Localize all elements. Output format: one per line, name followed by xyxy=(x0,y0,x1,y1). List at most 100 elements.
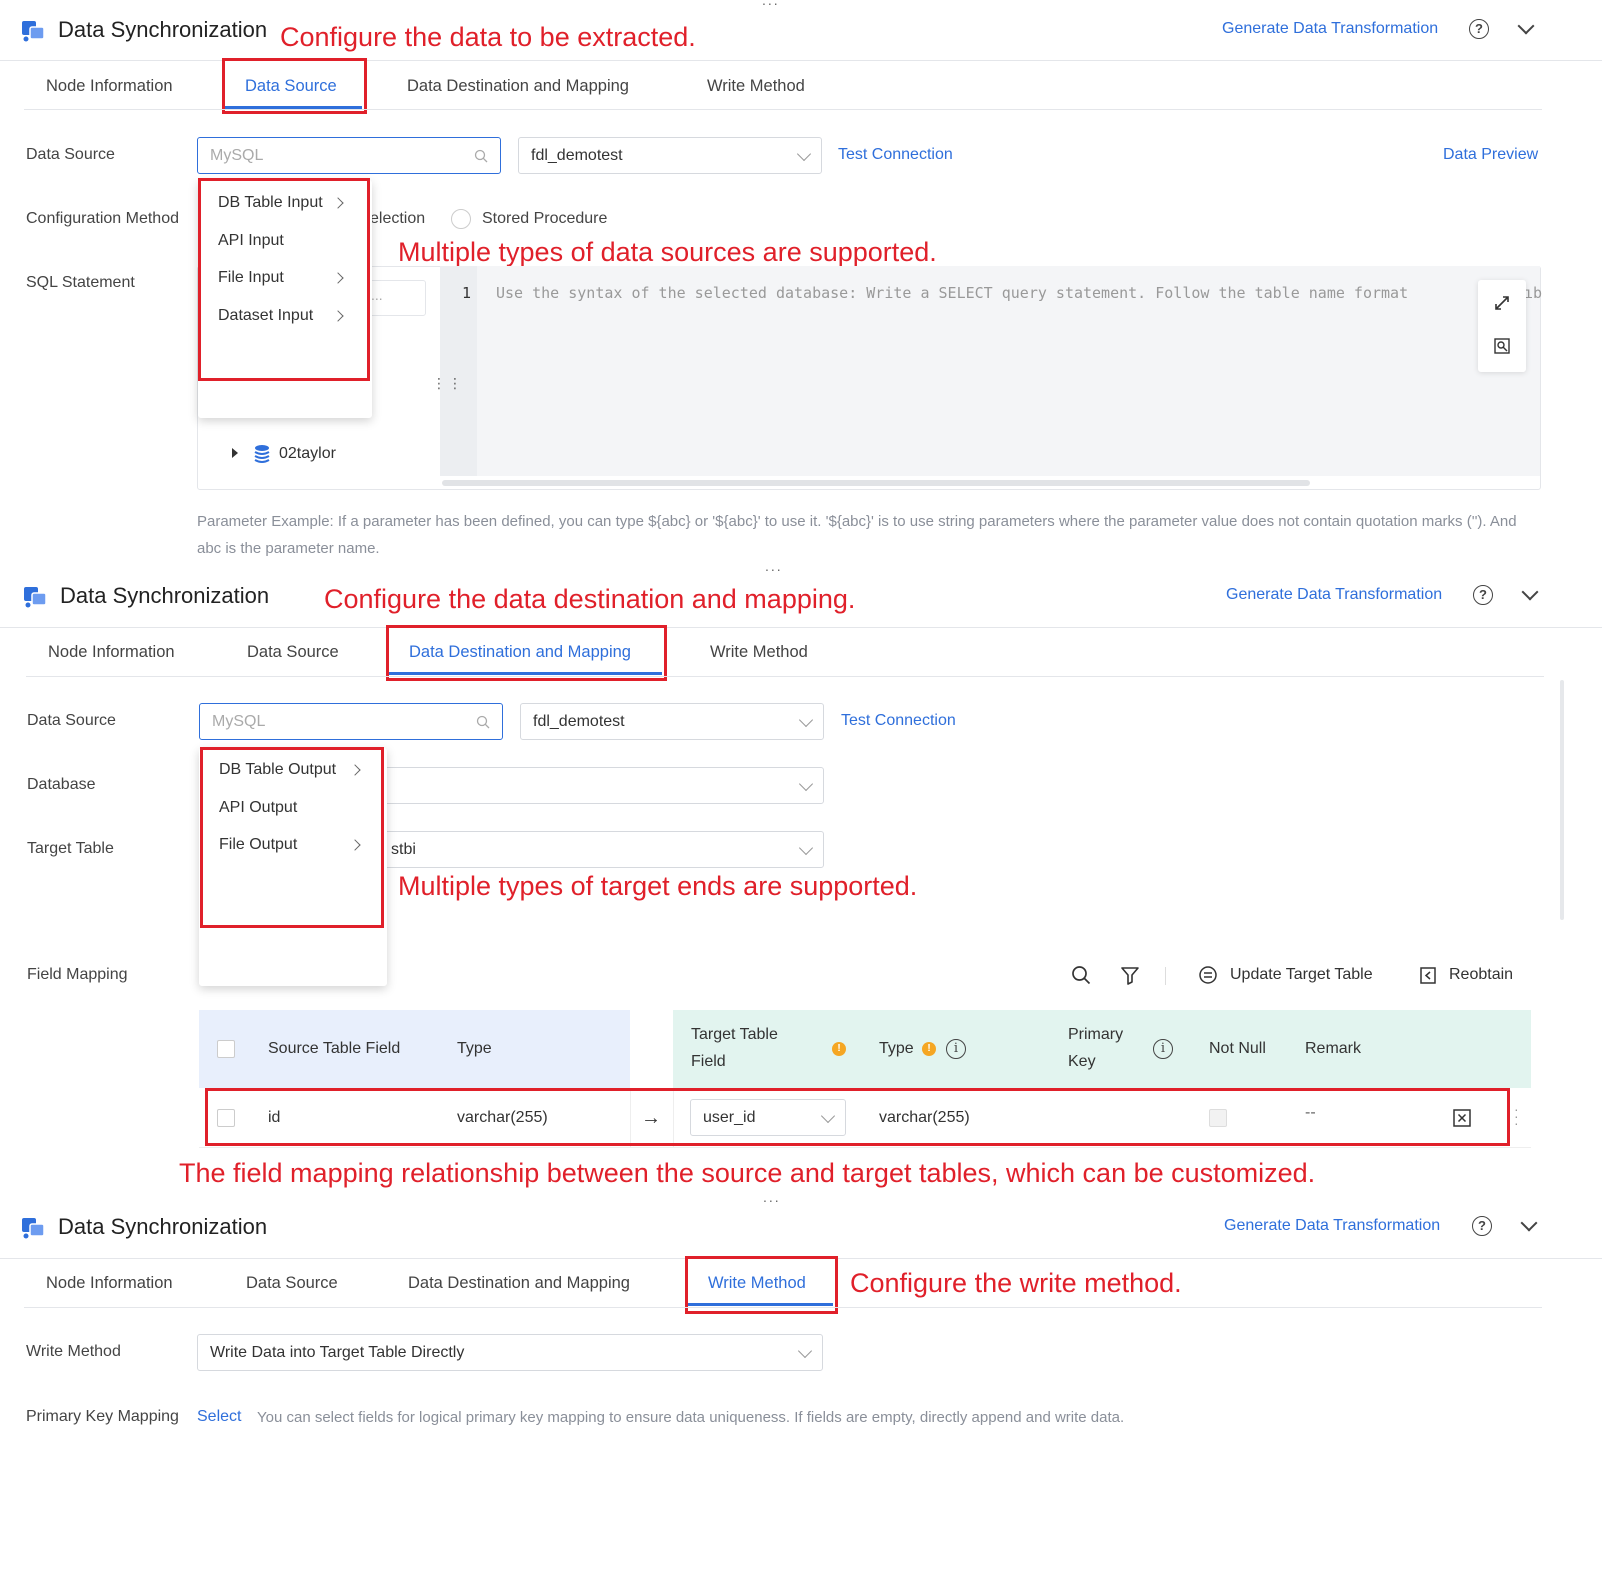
resize-handle-icon[interactable]: ⋮⋮ xyxy=(432,376,464,390)
primary-key-select-link[interactable]: Select xyxy=(197,1408,241,1426)
primary-key-mapping-label: Primary Key Mapping xyxy=(26,1408,179,1425)
highlight-box-row xyxy=(205,1088,1510,1146)
table-search-input[interactable]: ... xyxy=(366,280,426,316)
database-label: Database xyxy=(27,776,96,793)
target-table-header xyxy=(673,1010,1531,1088)
generate-data-transformation-link[interactable]: Generate Data Transformation xyxy=(1222,20,1438,38)
collapse-chevron-icon[interactable] xyxy=(1521,583,1539,601)
header-source-type: Type xyxy=(457,1040,492,1057)
target-table-value: stbi xyxy=(391,840,416,858)
highlight-box-tab xyxy=(386,625,667,681)
database-icon xyxy=(254,445,270,463)
filter-icon[interactable] xyxy=(1120,966,1140,985)
parameter-note: Parameter Example: If a parameter has be… xyxy=(197,513,1517,557)
tab-node-information[interactable]: Node Information xyxy=(46,1274,173,1293)
primary-key-note: You can select fields for logical primar… xyxy=(257,1409,1125,1426)
drag-handle[interactable]: ... xyxy=(765,558,783,574)
data-preview-link[interactable]: Data Preview xyxy=(1443,146,1538,164)
tab-write-method[interactable]: Write Method xyxy=(710,643,808,662)
connection-select[interactable]: fdl_demotest xyxy=(518,137,822,174)
connection-select[interactable]: fdl_demotest xyxy=(520,703,824,740)
select-all-checkbox[interactable] xyxy=(217,1040,235,1058)
write-method-select[interactable]: Write Data into Target Table Directly xyxy=(197,1334,823,1371)
configuration-method-label: Configuration Method xyxy=(26,210,179,227)
chevron-down-icon xyxy=(798,840,814,855)
source-table-header xyxy=(199,1010,630,1088)
tab-data-source[interactable]: Data Source xyxy=(246,1274,338,1293)
chevron-down-icon xyxy=(798,712,814,727)
header-source-field: Source Table Field xyxy=(268,1040,401,1057)
test-connection-link[interactable]: Test Connection xyxy=(838,146,953,164)
divider xyxy=(0,627,1602,628)
header-not-null: Not Null xyxy=(1209,1040,1266,1057)
search-placeholder: MySQL xyxy=(212,712,266,730)
data-source-label: Data Source xyxy=(27,712,116,729)
warning-icon: ! xyxy=(832,1042,846,1056)
stored-procedure-radio[interactable] xyxy=(451,209,471,229)
annotation-extract: Configure the data to be extracted. xyxy=(280,22,696,52)
line-number: 1 xyxy=(462,284,472,302)
panel-title: Data Synchronization xyxy=(58,17,268,42)
target-table-label: Target Table xyxy=(27,840,114,857)
write-method-value: Write Data into Target Table Directly xyxy=(210,1343,465,1361)
drag-handle[interactable]: ... xyxy=(763,1189,781,1205)
data-sync-icon xyxy=(24,587,47,608)
sql-placeholder: Use the syntax of the selected database:… xyxy=(496,284,1409,302)
help-icon[interactable]: ? xyxy=(1473,585,1493,605)
header-primary-key-line2: Key xyxy=(1068,1053,1096,1070)
line-gutter xyxy=(440,266,477,476)
horizontal-scrollbar[interactable] xyxy=(442,480,1310,486)
highlight-box-menu xyxy=(200,747,384,928)
reobtain-icon xyxy=(1420,967,1436,984)
generate-data-transformation-link[interactable]: Generate Data Transformation xyxy=(1224,1217,1440,1235)
drag-handle[interactable]: ... xyxy=(762,0,780,8)
header-target-field-line2: Field xyxy=(691,1053,726,1070)
sql-placeholder-overflow: ıb xyxy=(1524,284,1543,302)
tab-write-method[interactable]: Write Method xyxy=(707,77,805,96)
info-icon[interactable]: i xyxy=(946,1039,966,1059)
search-icon[interactable] xyxy=(1071,965,1091,985)
generate-data-transformation-link[interactable]: Generate Data Transformation xyxy=(1226,586,1442,604)
tab-data-destination-mapping[interactable]: Data Destination and Mapping xyxy=(408,1274,630,1293)
source-type-search-input[interactable]: MySQL xyxy=(197,137,501,174)
test-connection-link[interactable]: Test Connection xyxy=(841,712,956,730)
tab-data-destination-mapping[interactable]: Data Destination and Mapping xyxy=(407,77,629,96)
search-placeholder: MySQL xyxy=(210,146,264,164)
divider xyxy=(26,676,1544,677)
target-type-search-input[interactable]: MySQL xyxy=(199,703,503,740)
highlight-box-tab xyxy=(685,1256,838,1314)
panel-title: Data Synchronization xyxy=(58,1214,268,1239)
annotation-destination: Configure the data destination and mappi… xyxy=(324,584,856,614)
info-icon[interactable]: i xyxy=(1153,1039,1173,1059)
highlight-box-tab xyxy=(222,58,367,114)
update-target-table-button[interactable]: Update Target Table xyxy=(1230,966,1373,984)
warning-icon: ! xyxy=(922,1042,936,1056)
help-icon[interactable]: ? xyxy=(1472,1216,1492,1236)
tree-item-database[interactable]: 02taylor xyxy=(279,445,336,463)
collapse-chevron-icon[interactable] xyxy=(1520,1214,1538,1232)
annotation-field-mapping: The field mapping relationship between t… xyxy=(179,1158,1316,1188)
divider xyxy=(24,1307,1542,1308)
tab-node-information[interactable]: Node Information xyxy=(46,77,173,96)
tree-expand-icon[interactable] xyxy=(230,447,240,459)
stored-procedure-label: Stored Procedure xyxy=(482,210,608,227)
panel-title: Data Synchronization xyxy=(60,583,270,608)
help-icon[interactable]: ? xyxy=(1469,19,1489,39)
format-search-icon[interactable] xyxy=(1493,337,1511,355)
collapse-chevron-icon[interactable] xyxy=(1517,17,1535,35)
expand-icon[interactable] xyxy=(1493,294,1511,312)
search-icon xyxy=(476,715,490,728)
tab-data-source[interactable]: Data Source xyxy=(247,643,339,662)
vertical-scrollbar[interactable] xyxy=(1560,680,1564,920)
reobtain-button[interactable]: Reobtain xyxy=(1449,966,1513,984)
header-target-field-line1: Target Table xyxy=(691,1026,778,1043)
data-sync-icon xyxy=(22,21,45,42)
header-target-type: Type xyxy=(879,1040,914,1057)
target-table-select[interactable]: stbi xyxy=(378,831,824,868)
database-select[interactable] xyxy=(378,767,824,804)
update-table-icon xyxy=(1199,966,1217,984)
toolbar-divider xyxy=(1165,967,1166,985)
tab-node-information[interactable]: Node Information xyxy=(48,643,175,662)
row-drag-handle-icon[interactable]: · · · xyxy=(1514,1102,1519,1130)
field-mapping-label: Field Mapping xyxy=(27,966,128,983)
